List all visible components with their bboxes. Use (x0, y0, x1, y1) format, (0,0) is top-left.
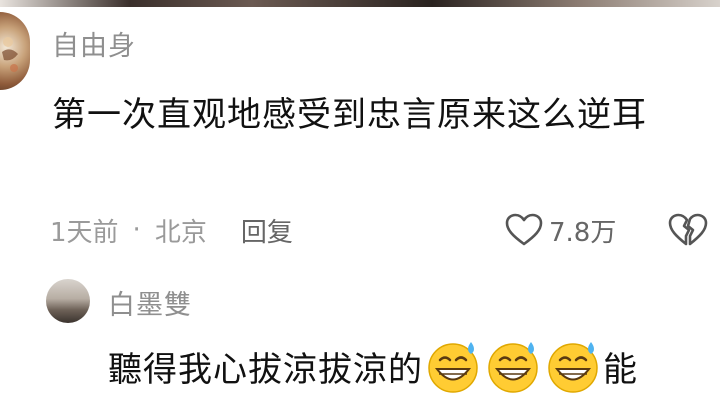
reply-text-main: 聽得我心拔涼拔涼的 (108, 349, 423, 390)
comment-time: 1天前 (50, 217, 119, 248)
heart-outline-icon (505, 213, 543, 246)
reply-avatar[interactable] (46, 279, 90, 323)
comment-text: 第一次直观地感受到忠言原来这么逆耳 (52, 95, 647, 135)
grinning-sweat-emoji (428, 342, 478, 393)
reply-username[interactable]: 白墨雙 (108, 283, 192, 322)
comment-location: 北京 (154, 217, 207, 248)
dislike-button[interactable] (668, 212, 708, 252)
comment-username[interactable]: 自由身 (52, 24, 136, 63)
reply-text-tail: 能 (603, 349, 638, 390)
comment-meta: 1天前 · 北京 回复 (50, 212, 293, 248)
like-count: 7.8万 (549, 217, 617, 248)
meta-separator: · (132, 215, 141, 245)
reply-text: 聽得我心拔涼拔涼的 能 (108, 336, 638, 396)
top-image-strip (0, 0, 720, 7)
grinning-sweat-emoji (488, 342, 538, 393)
avatar[interactable] (0, 12, 30, 90)
reply-button[interactable]: 回复 (241, 212, 293, 249)
like-button[interactable]: 7.8万 (505, 212, 616, 248)
grinning-sweat-emoji (548, 342, 598, 393)
broken-heart-icon (668, 213, 708, 246)
